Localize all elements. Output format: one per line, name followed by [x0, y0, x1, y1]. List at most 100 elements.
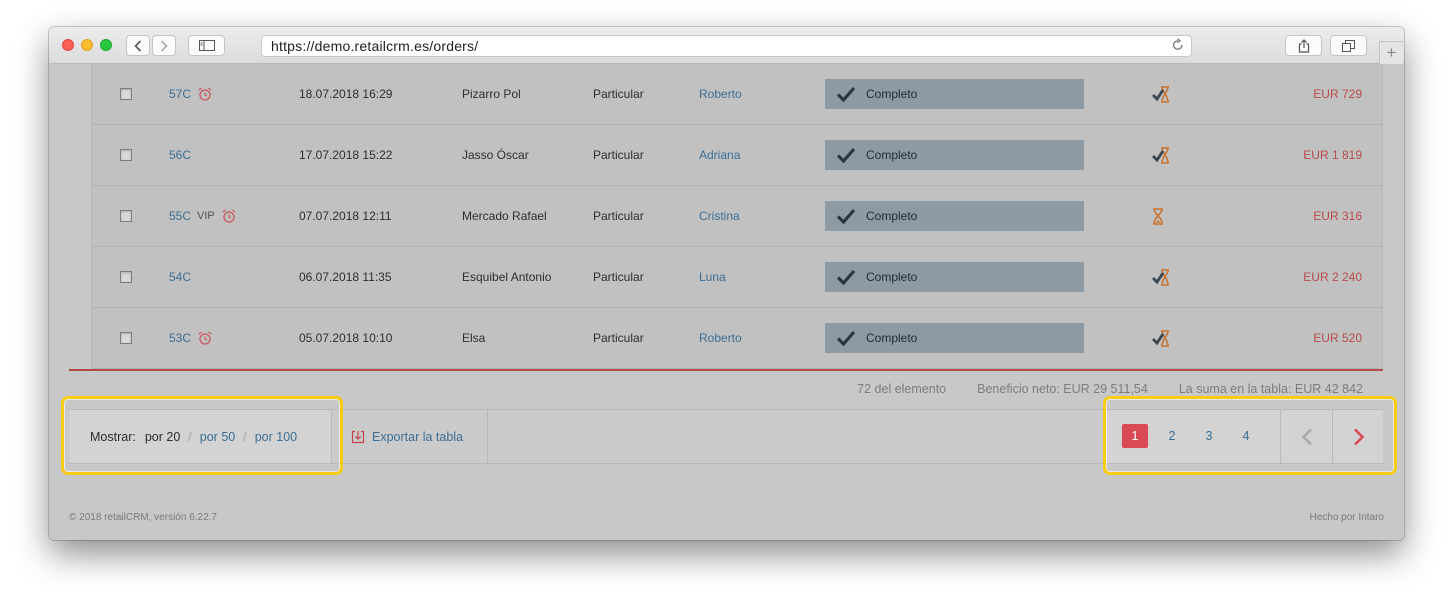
table-row[interactable]: 53C 05.07.2018 10:10 Elsa Particular Roberto…: [92, 308, 1382, 369]
share-icon: [1298, 38, 1309, 53]
table-row[interactable]: 56C 17.07.2018 15:22 Jasso Óscar Particular…: [92, 125, 1382, 186]
alarm-clock-icon: [197, 87, 213, 101]
customer-type: Particular: [593, 209, 644, 223]
check-hourglass-icon: [1152, 125, 1172, 185]
reload-icon[interactable]: [1172, 36, 1184, 56]
order-date: 05.07.2018 10:10: [299, 331, 393, 345]
order-number-cell: 53C: [169, 308, 213, 368]
table-total: La suma en la tabla: EUR 42 842: [1178, 382, 1363, 396]
download-icon: [351, 430, 365, 444]
customer-type: Particular: [593, 87, 644, 101]
order-number-cell: 56C: [169, 125, 191, 185]
customer-name: Pizarro Pol: [462, 87, 521, 101]
vip-badge: VIP: [197, 210, 215, 222]
table-row[interactable]: 55C VIP 07.07.2018 12:11 Mercado Rafael Part…: [92, 186, 1382, 247]
order-sum: EUR 1 819: [1303, 148, 1362, 162]
close-window-button[interactable]: [62, 39, 74, 51]
zoom-window-button[interactable]: [100, 39, 112, 51]
manager-link[interactable]: Luna: [699, 247, 726, 307]
status-label: Completo: [866, 87, 918, 101]
manager-link[interactable]: Cristina: [699, 186, 740, 246]
highlight-pagination: [1103, 396, 1397, 475]
chevron-left-icon: [134, 39, 142, 52]
share-button[interactable]: [1285, 35, 1322, 56]
export-label: Exportar la tabla: [372, 429, 464, 444]
row-checkbox[interactable]: [120, 308, 133, 368]
alarm-clock-icon: [197, 331, 213, 345]
order-number-cell: 57C: [169, 64, 213, 124]
export-table-button[interactable]: Exportar la tabla: [332, 410, 488, 463]
order-sum: EUR 729: [1313, 87, 1362, 101]
row-checkbox[interactable]: [120, 247, 133, 307]
manager-link[interactable]: Adriana: [699, 125, 740, 185]
order-status[interactable]: Completo: [825, 79, 1084, 109]
browser-titlebar: https://demo.retailcrm.es/orders/ +: [49, 27, 1404, 64]
forward-button[interactable]: [152, 35, 176, 56]
order-date: 06.07.2018 11:35: [299, 270, 392, 284]
new-tab-button[interactable]: +: [1379, 41, 1403, 64]
order-date: 17.07.2018 15:22: [299, 148, 393, 162]
table-row[interactable]: 57C 18.07.2018 16:29 Pizarro Pol Particular…: [92, 64, 1382, 125]
customer-type: Particular: [593, 270, 644, 284]
check-icon: [836, 208, 856, 224]
back-button[interactable]: [126, 35, 150, 56]
order-sum: EUR 316: [1313, 209, 1362, 223]
manager-link[interactable]: Roberto: [699, 308, 742, 368]
customer-name: Esquibel Antonio: [462, 270, 552, 284]
alarm-clock-icon: [221, 209, 237, 223]
order-date: 07.07.2018 12:11: [299, 209, 392, 223]
status-label: Completo: [866, 331, 918, 345]
show-tabs-button[interactable]: [1330, 35, 1367, 56]
net-profit: Beneficio neto: EUR 29 511,54: [977, 382, 1148, 396]
order-status[interactable]: Completo: [825, 140, 1084, 170]
order-sum: EUR 2 240: [1303, 270, 1362, 284]
check-hourglass-icon: [1152, 308, 1172, 368]
tabs-icon: [1342, 39, 1355, 52]
order-number-link[interactable]: 57C: [169, 87, 191, 101]
status-label: Completo: [866, 270, 918, 284]
table-row[interactable]: 54C 06.07.2018 11:35 Esquibel Antonio Parti…: [92, 247, 1382, 308]
check-hourglass-icon: [1152, 64, 1172, 124]
hourglass-icon: [1152, 186, 1164, 246]
order-number-link[interactable]: 53C: [169, 331, 191, 345]
check-icon: [836, 147, 856, 163]
row-checkbox[interactable]: [120, 186, 133, 246]
check-icon: [836, 330, 856, 346]
order-status[interactable]: Completo: [825, 262, 1084, 292]
order-number-link[interactable]: 56C: [169, 148, 191, 162]
url-text: https://demo.retailcrm.es/orders/: [271, 38, 479, 54]
url-bar[interactable]: https://demo.retailcrm.es/orders/: [261, 35, 1192, 57]
orders-table: 57C 18.07.2018 16:29 Pizarro Pol Particular…: [91, 64, 1383, 369]
highlight-page-size: [61, 396, 343, 475]
check-icon: [836, 86, 856, 102]
check-hourglass-icon: [1152, 247, 1172, 307]
row-checkbox[interactable]: [120, 125, 133, 185]
items-count: 72 del elemento: [857, 382, 947, 396]
status-label: Completo: [866, 209, 918, 223]
row-checkbox[interactable]: [120, 64, 133, 124]
customer-name: Jasso Óscar: [462, 148, 529, 162]
sidebar-toggle-button[interactable]: [188, 35, 225, 56]
customer-type: Particular: [593, 148, 644, 162]
made-by-link[interactable]: Hecho por Intaro: [1310, 512, 1385, 523]
manager-link[interactable]: Roberto: [699, 64, 742, 124]
check-icon: [836, 269, 856, 285]
order-status[interactable]: Completo: [825, 201, 1084, 231]
order-number-link[interactable]: 54C: [169, 270, 191, 284]
order-status[interactable]: Completo: [825, 323, 1084, 353]
order-sum: EUR 520: [1313, 331, 1362, 345]
copyright: © 2018 retailCRM, versión 6.22.7: [69, 512, 217, 523]
order-number-cell: 55C VIP: [169, 186, 237, 246]
minimize-window-button[interactable]: [81, 39, 93, 51]
customer-type: Particular: [593, 331, 644, 345]
order-date: 18.07.2018 16:29: [299, 87, 393, 101]
table-summary: 72 del elemento Beneficio neto: EUR 29 5…: [49, 382, 1363, 396]
chevron-right-icon: [160, 39, 168, 52]
customer-name: Elsa: [462, 331, 486, 345]
order-number-link[interactable]: 55C: [169, 209, 191, 223]
sidebar-icon: [198, 40, 215, 51]
table-bottom-border: [69, 369, 1383, 371]
order-number-cell: 54C: [169, 247, 191, 307]
customer-name: Mercado Rafael: [462, 209, 547, 223]
status-label: Completo: [866, 148, 918, 162]
